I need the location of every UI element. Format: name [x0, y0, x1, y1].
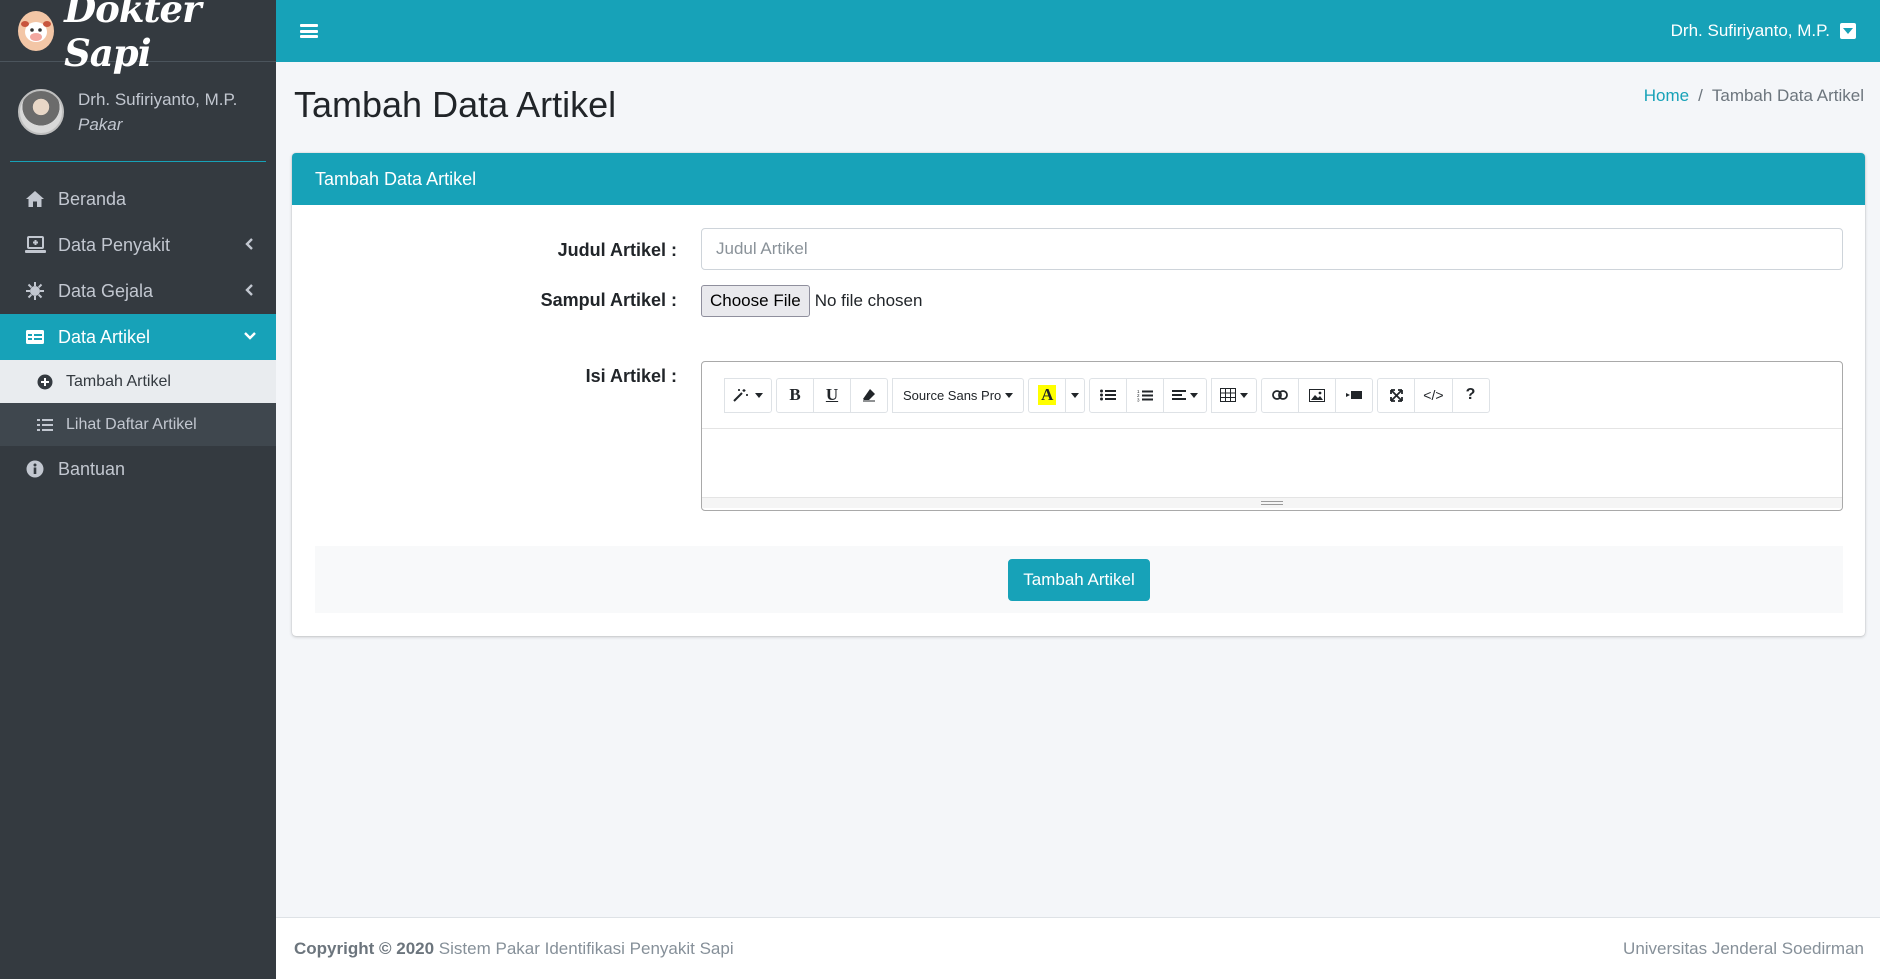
eraser-icon[interactable]	[850, 377, 888, 413]
link-icon[interactable]	[1261, 377, 1300, 413]
sidebar-nav: Beranda Data Penyakit Data Gejala Data A…	[0, 176, 276, 492]
list-icon	[36, 416, 54, 434]
breadcrumb-current: Tambah Data Artikel	[1711, 86, 1864, 105]
user-name: Drh. Sufiriyanto, M.P.	[78, 89, 238, 109]
style-magic-icon[interactable]	[724, 377, 772, 413]
judul-artikel-label: Judul Artikel :	[557, 240, 677, 260]
cow-icon	[18, 10, 55, 51]
breadcrumb: Home / Tambah Data Artikel	[1644, 86, 1864, 106]
user-role: Pakar	[78, 114, 123, 134]
chevron-left-icon	[245, 284, 253, 296]
paragraph-align-icon[interactable]	[1163, 377, 1208, 413]
user-panel[interactable]: Drh. Sufiriyanto, M.P. Pakar	[10, 62, 266, 162]
avatar	[18, 88, 64, 135]
isi-artikel-label: Isi Artikel :	[585, 366, 677, 386]
ordered-list-icon[interactable]: 123	[1126, 377, 1165, 413]
article-form-card: Tambah Data Artikel Judul Artikel : Samp…	[292, 153, 1865, 636]
plus-circle-icon	[36, 373, 54, 391]
virus-icon	[24, 280, 46, 302]
sidebar-item-data-penyakit[interactable]: Data Penyakit	[0, 222, 276, 268]
sampul-artikel-file-input: Choose File No file chosen	[701, 285, 922, 317]
copyright: Copyright © 2020 Sistem Pakar Identifika…	[294, 939, 734, 959]
user-dropdown[interactable]: Drh. Sufiriyanto, M.P.	[1671, 21, 1856, 41]
brand-link[interactable]: Dokter Sapi	[0, 0, 276, 75]
breadcrumb-separator: /	[1698, 86, 1703, 105]
video-icon[interactable]	[1335, 377, 1374, 413]
editor-resize-handle[interactable]	[702, 497, 1842, 508]
sidebar-subitem-tambah-artikel[interactable]: Tambah Artikel	[0, 360, 276, 403]
sidebar-subitem-label: Tambah Artikel	[66, 372, 171, 390]
code-view-icon[interactable]: </>	[1414, 377, 1453, 413]
sidebar-item-data-artikel[interactable]: Data Artikel	[0, 314, 276, 360]
sidebar-item-label: Data Artikel	[58, 326, 151, 347]
hamburger-menu-icon[interactable]	[300, 24, 318, 38]
font-color-dropdown-icon[interactable]	[1065, 377, 1086, 413]
chevron-left-icon	[245, 238, 253, 250]
sidebar-item-bantuan[interactable]: Bantuan	[0, 446, 276, 492]
sidebar-item-label: Data Gejala	[58, 280, 154, 301]
sampul-artikel-label: Sampul Artikel :	[540, 290, 677, 310]
topbar: Drh. Sufiriyanto, M.P.	[276, 0, 1880, 62]
choose-file-button[interactable]: Choose File	[701, 285, 810, 317]
picture-icon[interactable]	[1298, 377, 1337, 413]
rich-text-editor: B U Source Sans Pro A 123 </> ?	[701, 361, 1843, 511]
caret-square-down-icon	[1840, 23, 1856, 39]
copyright-text: Sistem Pakar Identifikasi Penyakit Sapi	[438, 938, 734, 958]
underline-icon[interactable]: U	[813, 377, 851, 413]
topbar-user-name: Drh. Sufiriyanto, M.P.	[1670, 21, 1830, 40]
breadcrumb-home-link[interactable]: Home	[1644, 86, 1689, 105]
bold-icon[interactable]: B	[776, 377, 814, 413]
editor-content-area[interactable]	[702, 429, 1842, 497]
table-icon	[24, 326, 46, 348]
help-icon[interactable]: ?	[1451, 377, 1490, 413]
sidebar-item-label: Beranda	[58, 188, 127, 209]
card-header: Tambah Data Artikel	[292, 153, 1865, 205]
unordered-list-icon[interactable]	[1089, 377, 1128, 413]
table-insert-icon[interactable]	[1211, 377, 1258, 413]
sidebar: Dokter Sapi Drh. Sufiriyanto, M.P. Pakar…	[0, 0, 276, 979]
page-footer: Copyright © 2020 Sistem Pakar Identifika…	[276, 917, 1880, 979]
page-title: Tambah Data Artikel	[294, 84, 617, 125]
font-family-value: Source Sans Pro	[903, 387, 1002, 403]
sidebar-item-beranda[interactable]: Beranda	[0, 176, 276, 222]
card-footer: Tambah Artikel	[315, 546, 1843, 613]
font-color-icon[interactable]: A	[1028, 377, 1067, 413]
svg-text:3: 3	[1137, 397, 1140, 402]
sidebar-item-label: Bantuan	[58, 458, 126, 479]
font-family-dropdown[interactable]: Source Sans Pro	[892, 377, 1025, 413]
file-status-text: No file chosen	[814, 291, 923, 310]
copyright-year: Copyright © 2020	[294, 938, 435, 958]
brand-name: Dokter Sapi	[64, 0, 202, 75]
home-icon	[24, 188, 46, 210]
judul-artikel-input[interactable]	[701, 228, 1843, 270]
info-circle-icon	[24, 458, 46, 480]
laptop-medical-icon	[24, 234, 46, 256]
sidebar-item-data-gejala[interactable]: Data Gejala	[0, 268, 276, 314]
chevron-down-icon	[244, 332, 256, 340]
tambah-artikel-button[interactable]: Tambah Artikel	[1008, 558, 1150, 601]
sidebar-item-label: Data Penyakit	[58, 234, 171, 255]
fullscreen-icon[interactable]	[1377, 377, 1416, 413]
sidebar-subitem-label: Lihat Daftar Artikel	[66, 415, 197, 433]
editor-toolbar: B U Source Sans Pro A 123 </> ?	[702, 362, 1842, 429]
university-name: Universitas Jenderal Soedirman	[1623, 938, 1864, 958]
sidebar-subitem-lihat-daftar-artikel[interactable]: Lihat Daftar Artikel	[0, 403, 276, 446]
